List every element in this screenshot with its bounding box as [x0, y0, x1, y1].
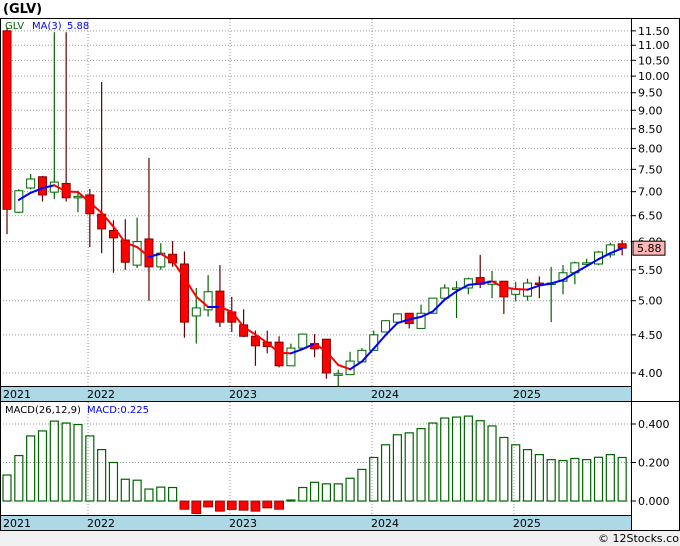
- macd-x-tick-label: 2021: [3, 517, 31, 530]
- macd-bar: [203, 500, 214, 508]
- macd-x-tick-label: 2024: [371, 517, 399, 530]
- macd-legend-label: MACD(26,12,9): [5, 405, 81, 416]
- macd-x-tick-label: 2022: [87, 517, 115, 530]
- price-tick-label: 5.00: [638, 295, 663, 308]
- ma-segment: [514, 288, 529, 291]
- price-tick-label: 4.00: [638, 367, 663, 380]
- ma-segment: [278, 351, 292, 355]
- price-tick-label: 11.00: [638, 39, 670, 52]
- price-tick-label: 10.50: [638, 54, 670, 67]
- macd-bar: [238, 500, 249, 511]
- legend-ma-label: MA(3): [32, 21, 62, 32]
- macd-legend-value: MACD:0.225: [87, 405, 149, 416]
- macd-bar: [286, 499, 296, 502]
- macd-x-tick-label: 2025: [513, 517, 541, 530]
- legend-ma-value: 5.88: [67, 21, 89, 32]
- price-tick-label: 9.00: [638, 104, 663, 117]
- macd-tick-label: 0.400: [638, 418, 670, 431]
- stock-chart: (GLV) 2021 2021 2022 2022 2023 2023 2024 2024 20…: [0, 0, 680, 546]
- price-tick-label: 7.00: [638, 186, 663, 199]
- macd-x-tick-label: 2023: [229, 517, 257, 530]
- candle-body: [499, 280, 509, 298]
- chart-title: (GLV): [3, 2, 42, 17]
- price-tick-label: 8.50: [638, 123, 663, 136]
- macd-bar: [191, 500, 202, 514]
- price-tick-label: 11.50: [638, 25, 670, 38]
- candle-body: [333, 373, 343, 376]
- candle-body: [2, 30, 12, 210]
- candle-body: [298, 333, 308, 349]
- candle-body: [14, 190, 24, 213]
- candle-body: [37, 176, 47, 196]
- candle-body: [227, 311, 237, 323]
- candle-body: [191, 307, 201, 317]
- price-tick-label: 9.50: [638, 87, 663, 100]
- candle-body: [381, 320, 391, 333]
- candle-body: [274, 341, 284, 367]
- candle-body: [73, 195, 83, 199]
- x-tick-label: 2024: [371, 388, 399, 401]
- x-tick-label: 2022: [87, 388, 115, 401]
- x-tick-label: 2023: [229, 388, 257, 401]
- candle-body: [144, 238, 154, 268]
- price-tick-label: 8.00: [638, 142, 663, 155]
- ma-segment: [467, 282, 482, 286]
- candle-body: [392, 313, 402, 323]
- price-tick-label: 5.50: [638, 264, 663, 277]
- price-tick-label: 10.00: [638, 70, 670, 83]
- price-tick-label: 4.50: [638, 329, 663, 342]
- macd-tick-label: 0.200: [638, 457, 670, 470]
- macd-tick-label: 0.000: [638, 495, 670, 508]
- macd-bar: [226, 500, 237, 510]
- price-tick-label: 7.50: [638, 163, 663, 176]
- candle-body: [286, 347, 296, 367]
- macd-bar: [262, 500, 273, 509]
- x-tick-label: 2021: [3, 388, 31, 401]
- footer-background: [0, 531, 680, 546]
- macd-bar: [250, 500, 261, 512]
- candle-body: [26, 178, 36, 189]
- macd-bar: [215, 500, 225, 512]
- last-price-badge-text: 5.88: [637, 242, 662, 255]
- macd-bar: [179, 500, 190, 510]
- x-tick-label: 2025: [513, 388, 541, 401]
- footer-copyright: © 12Stocks.com: [598, 532, 680, 545]
- legend-symbol: GLV: [5, 21, 24, 32]
- macd-bar: [274, 500, 284, 510]
- price-tick-label: 6.50: [638, 210, 663, 223]
